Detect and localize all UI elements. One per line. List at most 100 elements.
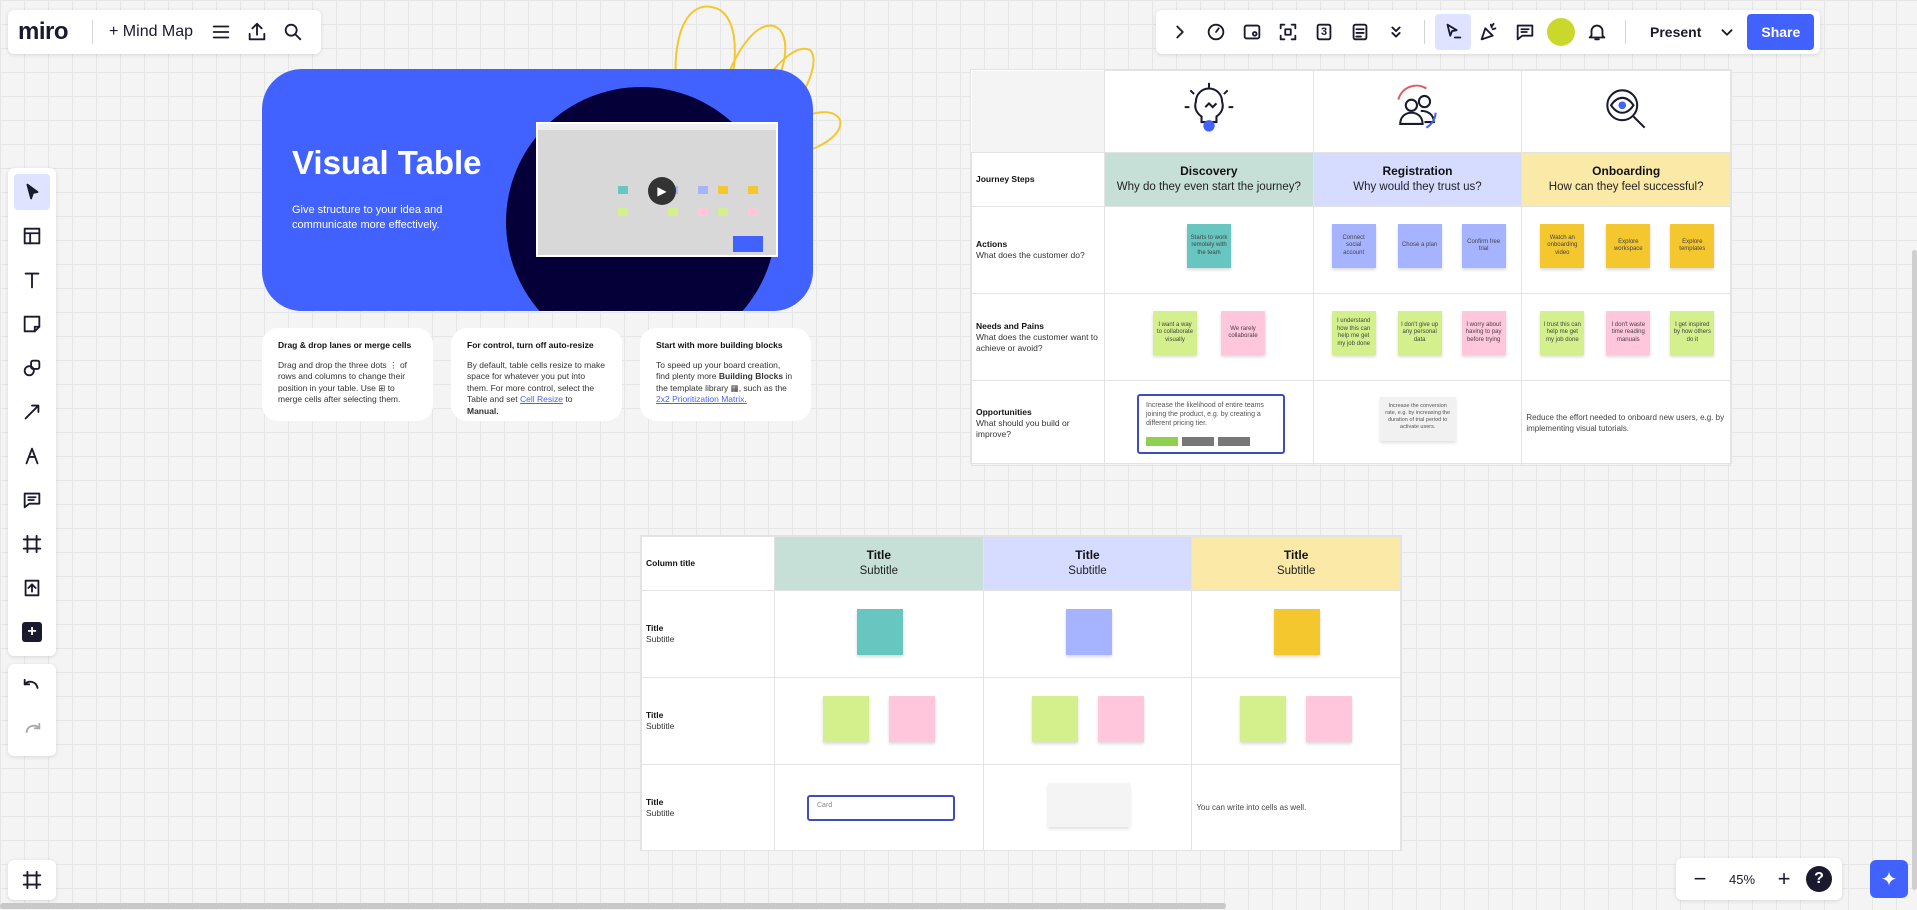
undo-icon[interactable] [14,670,50,706]
help-button[interactable]: ? [1806,866,1832,892]
timer-icon[interactable] [1198,14,1234,50]
column-header-onboarding[interactable]: Onboarding How can they feel successful? [1521,152,1731,207]
table-cell[interactable] [982,764,1193,851]
select-icon[interactable] [14,174,50,210]
table-cell[interactable]: I understand how this can help me get my… [1312,293,1523,381]
table-cell[interactable]: I want a way to collaborate visually We … [1104,293,1314,381]
redo-icon[interactable] [14,714,50,750]
zoom-level[interactable]: 45% [1722,872,1762,887]
table-cell[interactable]: I trust this can help me get my job done… [1521,293,1731,381]
upload-icon[interactable] [14,570,50,606]
table-cell[interactable] [1191,590,1401,678]
row-header[interactable]: Title Subtitle [641,590,775,678]
sticky-note[interactable] [1274,609,1321,655]
table-cell[interactable]: Card [774,764,984,851]
tip-card[interactable]: For control, turn off auto-resize By def… [451,328,622,421]
sticky-note[interactable]: I get inspired by how others do it [1670,311,1715,355]
pen-icon[interactable] [14,438,50,474]
shapes-icon[interactable] [14,350,50,386]
tip-card[interactable]: Drag & drop lanes or merge cells Drag an… [262,328,433,421]
card-input[interactable]: Card [807,795,955,821]
share-button[interactable]: Share [1747,14,1815,50]
column-header[interactable]: Title Subtitle [774,536,984,591]
table-cell[interactable]: Watch an onboarding video Explore worksp… [1521,206,1731,294]
row-header[interactable]: Needs and Pains What does the customer wa… [971,293,1105,381]
zoom-out-button[interactable]: − [1686,866,1714,892]
cell-resize-link[interactable]: Cell Resize [520,394,563,404]
row-header[interactable]: Journey Steps [971,152,1105,207]
column-header[interactable]: Title Subtitle [982,536,1193,591]
journey-table[interactable]: Journey Steps Discovery Why do they even … [970,69,1732,466]
zoom-in-button[interactable]: + [1770,866,1798,892]
comment-icon[interactable] [1507,14,1543,50]
row-header[interactable]: Actions What does the customer do? [971,206,1105,294]
sticky-note[interactable]: Watch an onboarding video [1540,224,1585,268]
column-header-registration[interactable]: Registration Why would they trust us? [1312,152,1523,207]
search-icon[interactable] [275,14,311,50]
row-header[interactable]: Title Subtitle [641,764,775,851]
more-icon[interactable]: + [14,614,50,650]
table-cell[interactable] [982,677,1193,765]
table-cell[interactable]: Increase the likelihood of entire teams … [1104,380,1314,466]
frame-icon[interactable] [14,526,50,562]
horizontal-scrollbar[interactable] [0,903,1226,909]
sticky-note[interactable]: We rarely collaborate [1221,311,1265,355]
column-header[interactable]: Title Subtitle [1191,536,1401,591]
sticky-note[interactable]: Chose a plan [1397,224,1442,268]
user-avatar[interactable] [1543,14,1579,50]
sticky-note[interactable] [1306,696,1353,742]
corner-cell[interactable]: Column title [641,536,775,591]
chevron-right-icon[interactable] [1162,14,1198,50]
hero-card[interactable]: Visual Table Give structure to your idea… [262,69,813,311]
sticky-note-icon[interactable] [14,306,50,342]
gray-note[interactable]: Increase the conversion rate, e.g. by in… [1379,397,1456,441]
sticky-note[interactable]: I don't waste time reading manuals [1606,311,1651,355]
sticky-note[interactable]: Explore workspace [1606,224,1651,268]
chevron-down-icon[interactable] [1715,14,1739,50]
frames-panel-button[interactable] [8,860,56,900]
table-cell[interactable]: You can write into cells as well. [1191,764,1401,851]
column-header-discovery[interactable]: Discovery Why do they even start the jour… [1104,152,1314,207]
templates-icon[interactable] [14,218,50,254]
table-cell[interactable]: Starts to work remotely with the team [1104,206,1314,294]
mind-map-button[interactable]: + Mind Map [103,23,199,41]
board-icon[interactable] [1234,14,1270,50]
row-header[interactable]: Title Subtitle [641,677,775,765]
sticky-note[interactable]: Starts to work remotely with the team [1187,224,1231,268]
sticky-note[interactable]: Explore templates [1670,224,1715,268]
sticky-note[interactable] [1065,609,1112,655]
sticky-note[interactable]: I understand how this can help me get my… [1331,311,1376,355]
present-button[interactable]: Present [1636,14,1715,50]
export-icon[interactable] [239,14,275,50]
celebrate-icon[interactable] [1471,14,1507,50]
table-cell[interactable] [982,590,1193,678]
row-header[interactable]: Opportunities What should you build or im… [971,380,1105,466]
sticky-note[interactable]: I trust this can help me get my job done [1540,311,1585,355]
sticky-note[interactable]: I want a way to collaborate visually [1153,311,1197,355]
count-icon[interactable]: 3 [1306,14,1342,50]
sticky-note[interactable]: I worry about having to pay before tryin… [1461,311,1506,355]
connector-icon[interactable] [14,394,50,430]
sticky-note[interactable]: Connect social account [1331,224,1376,268]
table-cell[interactable]: Reduce the effort needed to onboard new … [1521,380,1731,466]
prioritization-matrix-link[interactable]: 2x2 Prioritization Matrix. [656,394,747,404]
blank-card[interactable] [1047,783,1130,827]
focus-icon[interactable] [1270,14,1306,50]
sticky-note[interactable]: Confirm free trial [1461,224,1506,268]
cursor-collab-icon[interactable] [1435,14,1471,50]
ai-assist-button[interactable]: ✦ [1870,860,1908,898]
table-cell[interactable] [774,590,984,678]
sticky-note[interactable] [1031,696,1078,742]
table-cell[interactable]: Increase the conversion rate, e.g. by in… [1312,380,1523,466]
notes-icon[interactable] [1342,14,1378,50]
tip-card[interactable]: Start with more building blocks To speed… [640,328,811,421]
sticky-note[interactable] [823,696,869,742]
sticky-note[interactable] [1097,696,1144,742]
miro-logo[interactable]: miro [18,18,69,46]
sticky-note[interactable]: I don't give up any personal data [1397,311,1442,355]
template-table[interactable]: Column title Title Subtitle Title Subtitle… [640,535,1402,851]
video-thumbnail[interactable]: ▶ [536,122,778,257]
sticky-note[interactable] [857,609,903,655]
play-icon[interactable]: ▶ [648,177,676,205]
sticky-note[interactable] [1240,696,1287,742]
